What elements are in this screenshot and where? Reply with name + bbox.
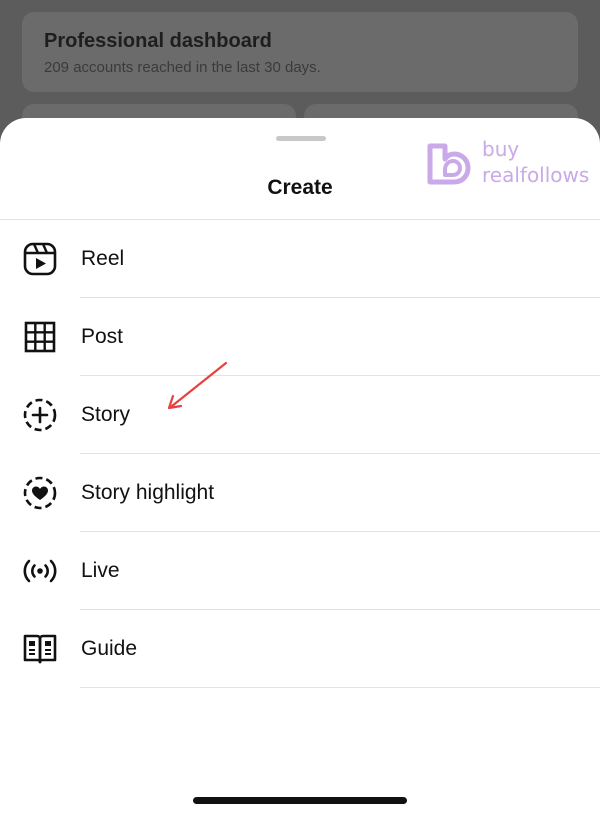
menu-item-label: Live bbox=[81, 559, 120, 582]
menu-item-label: Guide bbox=[81, 637, 138, 660]
menu-item-guide[interactable]: Guide bbox=[0, 610, 600, 688]
menu-item-story[interactable]: Story bbox=[0, 376, 600, 454]
dashboard-subtitle: 209 accounts reached in the last 30 days… bbox=[44, 59, 321, 76]
reel-icon bbox=[22, 241, 58, 277]
sheet-title: Create bbox=[267, 176, 333, 199]
professional-dashboard-card: Professional dashboard 209 accounts reac… bbox=[22, 12, 578, 92]
menu-item-story-highlight[interactable]: Story highlight bbox=[0, 454, 600, 532]
story-highlight-icon bbox=[22, 475, 58, 511]
sheet-grabber[interactable] bbox=[276, 136, 326, 141]
menu-item-live[interactable]: Live bbox=[0, 532, 600, 610]
create-bottom-sheet: buy realfollows Create Reel Post Story S… bbox=[0, 118, 600, 817]
guide-icon bbox=[22, 631, 58, 667]
red-arrow-icon bbox=[167, 361, 228, 410]
home-indicator[interactable] bbox=[193, 797, 407, 804]
live-icon bbox=[22, 553, 58, 589]
create-menu: Reel Post Story Story highlight Live Gui… bbox=[0, 220, 600, 688]
menu-item-label: Reel bbox=[81, 247, 125, 270]
grid-icon bbox=[22, 319, 58, 355]
story-add-icon bbox=[22, 397, 58, 433]
menu-item-post[interactable]: Post bbox=[0, 298, 600, 376]
dashboard-title: Professional dashboard bbox=[44, 30, 272, 52]
menu-item-label: Post bbox=[81, 325, 124, 348]
watermark-line1: buy bbox=[482, 137, 520, 161]
menu-item-label: Story bbox=[81, 403, 131, 426]
menu-item-label: Story highlight bbox=[81, 481, 215, 504]
menu-item-reel[interactable]: Reel bbox=[0, 220, 600, 298]
